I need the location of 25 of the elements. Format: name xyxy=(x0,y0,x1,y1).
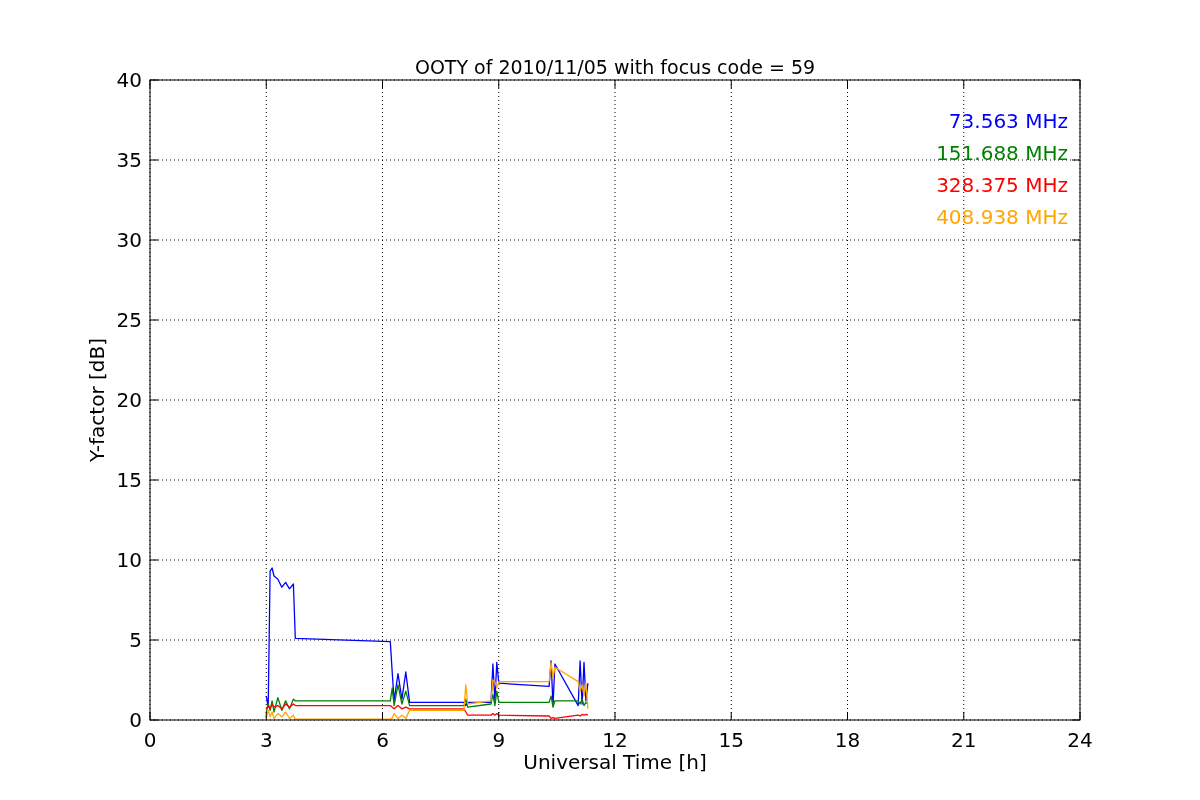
x-tick-label: 24 xyxy=(1067,728,1093,752)
x-tick-label: 21 xyxy=(951,728,977,752)
chart-title: OOTY of 2010/11/05 with focus code = 59 xyxy=(414,56,816,78)
x-tick-label: 9 xyxy=(492,728,506,752)
legend-label: 328.375 MHz xyxy=(936,173,1068,197)
y-tick-label: 20 xyxy=(116,388,142,412)
legend-label: 73.563 MHz xyxy=(948,109,1068,133)
legend-label: 408.938 MHz xyxy=(936,205,1068,229)
x-tick-label: 3 xyxy=(259,728,273,752)
x-tick-label: 18 xyxy=(834,728,861,752)
y-tick-label: 30 xyxy=(116,228,142,252)
y-tick-label: 0 xyxy=(129,708,142,732)
x-tick-label: 12 xyxy=(602,728,628,752)
y-tick-label: 5 xyxy=(129,628,142,652)
y-tick-label: 15 xyxy=(116,468,142,492)
y-axis-label: Y-factor [dB] xyxy=(85,338,109,462)
y-tick-label: 10 xyxy=(116,548,142,572)
x-tick-label: 15 xyxy=(718,728,744,752)
y-tick-label: 35 xyxy=(116,148,142,172)
x-tick-label: 0 xyxy=(143,728,157,752)
y-tick-label: 25 xyxy=(116,308,142,332)
x-tick-label: 6 xyxy=(376,728,389,752)
legend-label: 151.688 MHz xyxy=(936,141,1068,165)
x-axis-label: Universal Time [h] xyxy=(523,750,707,774)
y-tick-label: 40 xyxy=(116,68,142,92)
